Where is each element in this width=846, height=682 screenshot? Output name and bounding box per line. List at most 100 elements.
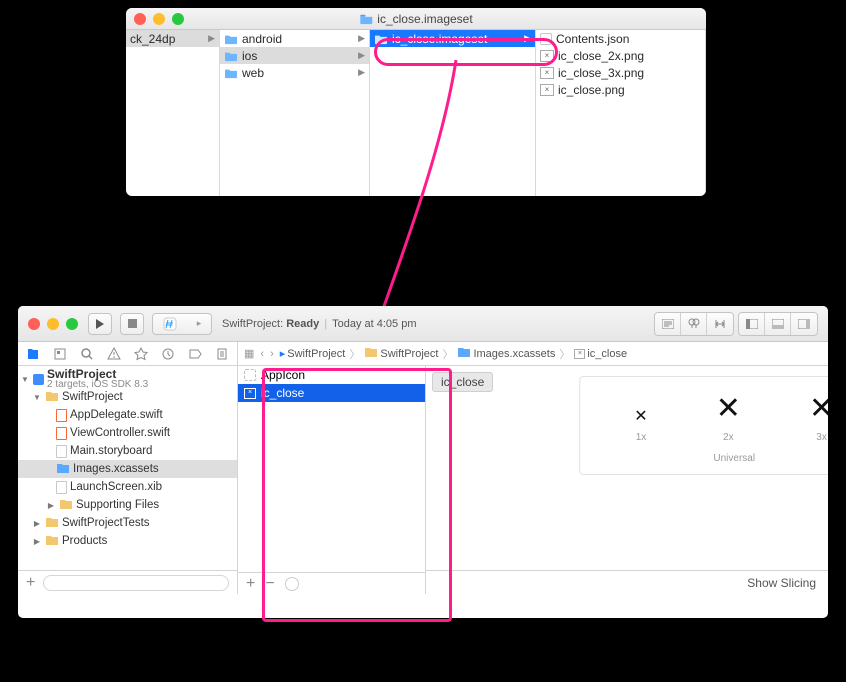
version-editor-icon[interactable] — [707, 313, 733, 335]
report-navigator-icon[interactable] — [214, 342, 231, 366]
project-navigator-icon[interactable] — [24, 342, 41, 366]
disclosure-triangle-icon[interactable]: ▼ — [32, 393, 42, 402]
file-node[interactable]: ViewController.swift — [18, 424, 237, 442]
toggle-navigator-icon[interactable] — [739, 313, 765, 335]
zoom-icon[interactable] — [172, 13, 184, 25]
title-text: ic_close.imageset — [377, 12, 472, 26]
crumb[interactable]: Images.xcassets — [473, 348, 555, 360]
appicon-icon — [244, 369, 256, 381]
folder-icon — [45, 534, 59, 549]
disclosure-triangle-icon[interactable]: ▶ — [32, 537, 42, 546]
slot-label: 3x — [809, 432, 828, 443]
column-1[interactable]: ck_24dp ▶ — [126, 30, 220, 196]
asset-item-selected[interactable]: × ic_close — [238, 384, 425, 402]
file-item[interactable]: × ic_close.png — [536, 81, 705, 98]
group-node[interactable]: ▶Supporting Files — [18, 496, 237, 514]
add-button[interactable]: + — [26, 574, 35, 592]
project-tree[interactable]: ▼ SwiftProject 2 targets, iOS SDK 8.3 ▼ … — [18, 366, 237, 570]
column-4[interactable]: Contents.json × ic_close_2x.png × ic_clo… — [536, 30, 706, 196]
forward-button[interactable]: › — [270, 348, 274, 360]
asset-filter[interactable] — [285, 577, 299, 591]
file-node[interactable]: Main.storyboard — [18, 442, 237, 460]
crumb[interactable]: SwiftProject — [287, 348, 345, 360]
scheme-selector[interactable]: ▸ — [152, 313, 212, 335]
chevron-right-icon: ▶ — [358, 33, 365, 44]
standard-editor-icon[interactable] — [655, 313, 681, 335]
find-navigator-icon[interactable] — [78, 342, 95, 366]
asset-item[interactable]: AppIcon — [238, 366, 425, 384]
group-node[interactable]: ▼ SwiftProject — [18, 388, 237, 406]
symbol-navigator-icon[interactable] — [51, 342, 68, 366]
project-icon: ▸ — [280, 347, 286, 360]
file-item[interactable]: × ic_close_3x.png — [536, 64, 705, 81]
editor-area: ▦ ‹ › ▸SwiftProject〉 SwiftProject〉 Image… — [238, 342, 828, 594]
minimize-icon[interactable] — [47, 318, 59, 330]
jump-bar[interactable]: ▦ ‹ › ▸SwiftProject〉 SwiftProject〉 Image… — [238, 342, 828, 366]
filter-field[interactable] — [43, 575, 229, 591]
folder-icon — [45, 516, 59, 531]
file-node-selected[interactable]: Images.xcassets — [18, 460, 237, 478]
test-navigator-icon[interactable] — [133, 342, 150, 366]
finder-window: ic_close.imageset ck_24dp ▶ android ▶ io… — [126, 8, 706, 196]
toggle-utilities-icon[interactable] — [791, 313, 817, 335]
project-node[interactable]: ▼ SwiftProject 2 targets, iOS SDK 8.3 — [18, 370, 237, 388]
folder-item[interactable]: android ▶ — [220, 30, 369, 47]
show-slicing-button[interactable]: Show Slicing — [747, 576, 816, 590]
disclosure-triangle-icon[interactable]: ▼ — [20, 375, 30, 384]
assistant-editor-icon[interactable] — [681, 313, 707, 335]
close-icon[interactable] — [134, 13, 146, 25]
group-node[interactable]: ▶Products — [18, 532, 237, 550]
disclosure-triangle-icon[interactable]: ▶ — [46, 501, 56, 510]
group-node[interactable]: ▶ SwiftProjectTests — [18, 514, 237, 532]
crumb[interactable]: ic_close — [587, 348, 627, 360]
asset-title-chip: ic_close — [432, 372, 493, 392]
debug-navigator-icon[interactable] — [160, 342, 177, 366]
issue-navigator-icon[interactable] — [105, 342, 122, 366]
column-3[interactable]: ic_close.imageset ▶ — [370, 30, 536, 196]
file-node[interactable]: AppDelegate.swift — [18, 406, 237, 424]
folder-item-selected[interactable]: ic_close.imageset ▶ — [370, 30, 535, 47]
slot-1x[interactable]: ✕1x — [634, 406, 647, 443]
x-glyph-icon: ✕ — [809, 391, 828, 426]
column-2[interactable]: android ▶ ios ▶ web ▶ — [220, 30, 370, 196]
zoom-icon[interactable] — [66, 318, 78, 330]
slot-3x[interactable]: ✕ 3x — [809, 391, 828, 443]
column-view: ck_24dp ▶ android ▶ ios ▶ web ▶ — [126, 30, 706, 196]
xcodeproj-icon — [33, 374, 44, 385]
breakpoint-navigator-icon[interactable] — [187, 342, 204, 366]
file-node[interactable]: LaunchScreen.xib — [18, 478, 237, 496]
editor-mode-segment[interactable] — [654, 312, 734, 336]
xcode-window: ▸ SwiftProject: Ready | Today at 4:05 pm — [18, 306, 828, 618]
folder-item[interactable]: web ▶ — [220, 64, 369, 81]
folder-item-selected[interactable]: ios ▶ — [220, 47, 369, 64]
close-icon[interactable] — [28, 318, 40, 330]
slot-2x[interactable]: ✕2x — [716, 391, 741, 443]
related-items-icon[interactable]: ▦ — [244, 347, 254, 360]
stop-button[interactable] — [120, 313, 144, 335]
remove-asset-button[interactable]: − — [265, 575, 274, 593]
file-item[interactable]: Contents.json — [536, 30, 705, 47]
back-button[interactable]: ‹ — [260, 348, 264, 360]
asset-catalog-list[interactable]: AppIcon × ic_close + − — [238, 366, 426, 594]
toggle-debug-icon[interactable] — [765, 313, 791, 335]
titlebar[interactable]: ic_close.imageset — [126, 8, 706, 30]
folder-item[interactable]: ck_24dp ▶ — [126, 30, 219, 47]
asset-label: ic_close — [261, 386, 304, 400]
file-item[interactable]: × ic_close_2x.png — [536, 47, 705, 64]
toolbar[interactable]: ▸ SwiftProject: Ready | Today at 4:05 pm — [18, 306, 828, 342]
node-label: SwiftProjectTests — [62, 517, 150, 529]
disclosure-triangle-icon[interactable]: ▶ — [32, 519, 42, 528]
chevron-right-icon: ▶ — [358, 50, 365, 61]
minimize-icon[interactable] — [153, 13, 165, 25]
slot-label: 1x — [634, 432, 647, 443]
crumb[interactable]: SwiftProject — [380, 348, 438, 360]
add-asset-button[interactable]: + — [246, 575, 255, 593]
run-button[interactable] — [88, 313, 112, 335]
chevron-right-icon: ▶ — [358, 67, 365, 78]
canvas-main[interactable]: ic_close ✕1x ✕2x ✕3x Universal — [426, 366, 828, 570]
canvas-footer: Show Slicing — [426, 570, 828, 594]
view-segment[interactable] — [738, 312, 818, 336]
navigator-tabs[interactable] — [18, 342, 237, 366]
breadcrumb[interactable]: ▸SwiftProject〉 SwiftProject〉 Images.xcas… — [280, 346, 627, 362]
activity-viewer[interactable]: SwiftProject: Ready | Today at 4:05 pm — [222, 318, 644, 330]
